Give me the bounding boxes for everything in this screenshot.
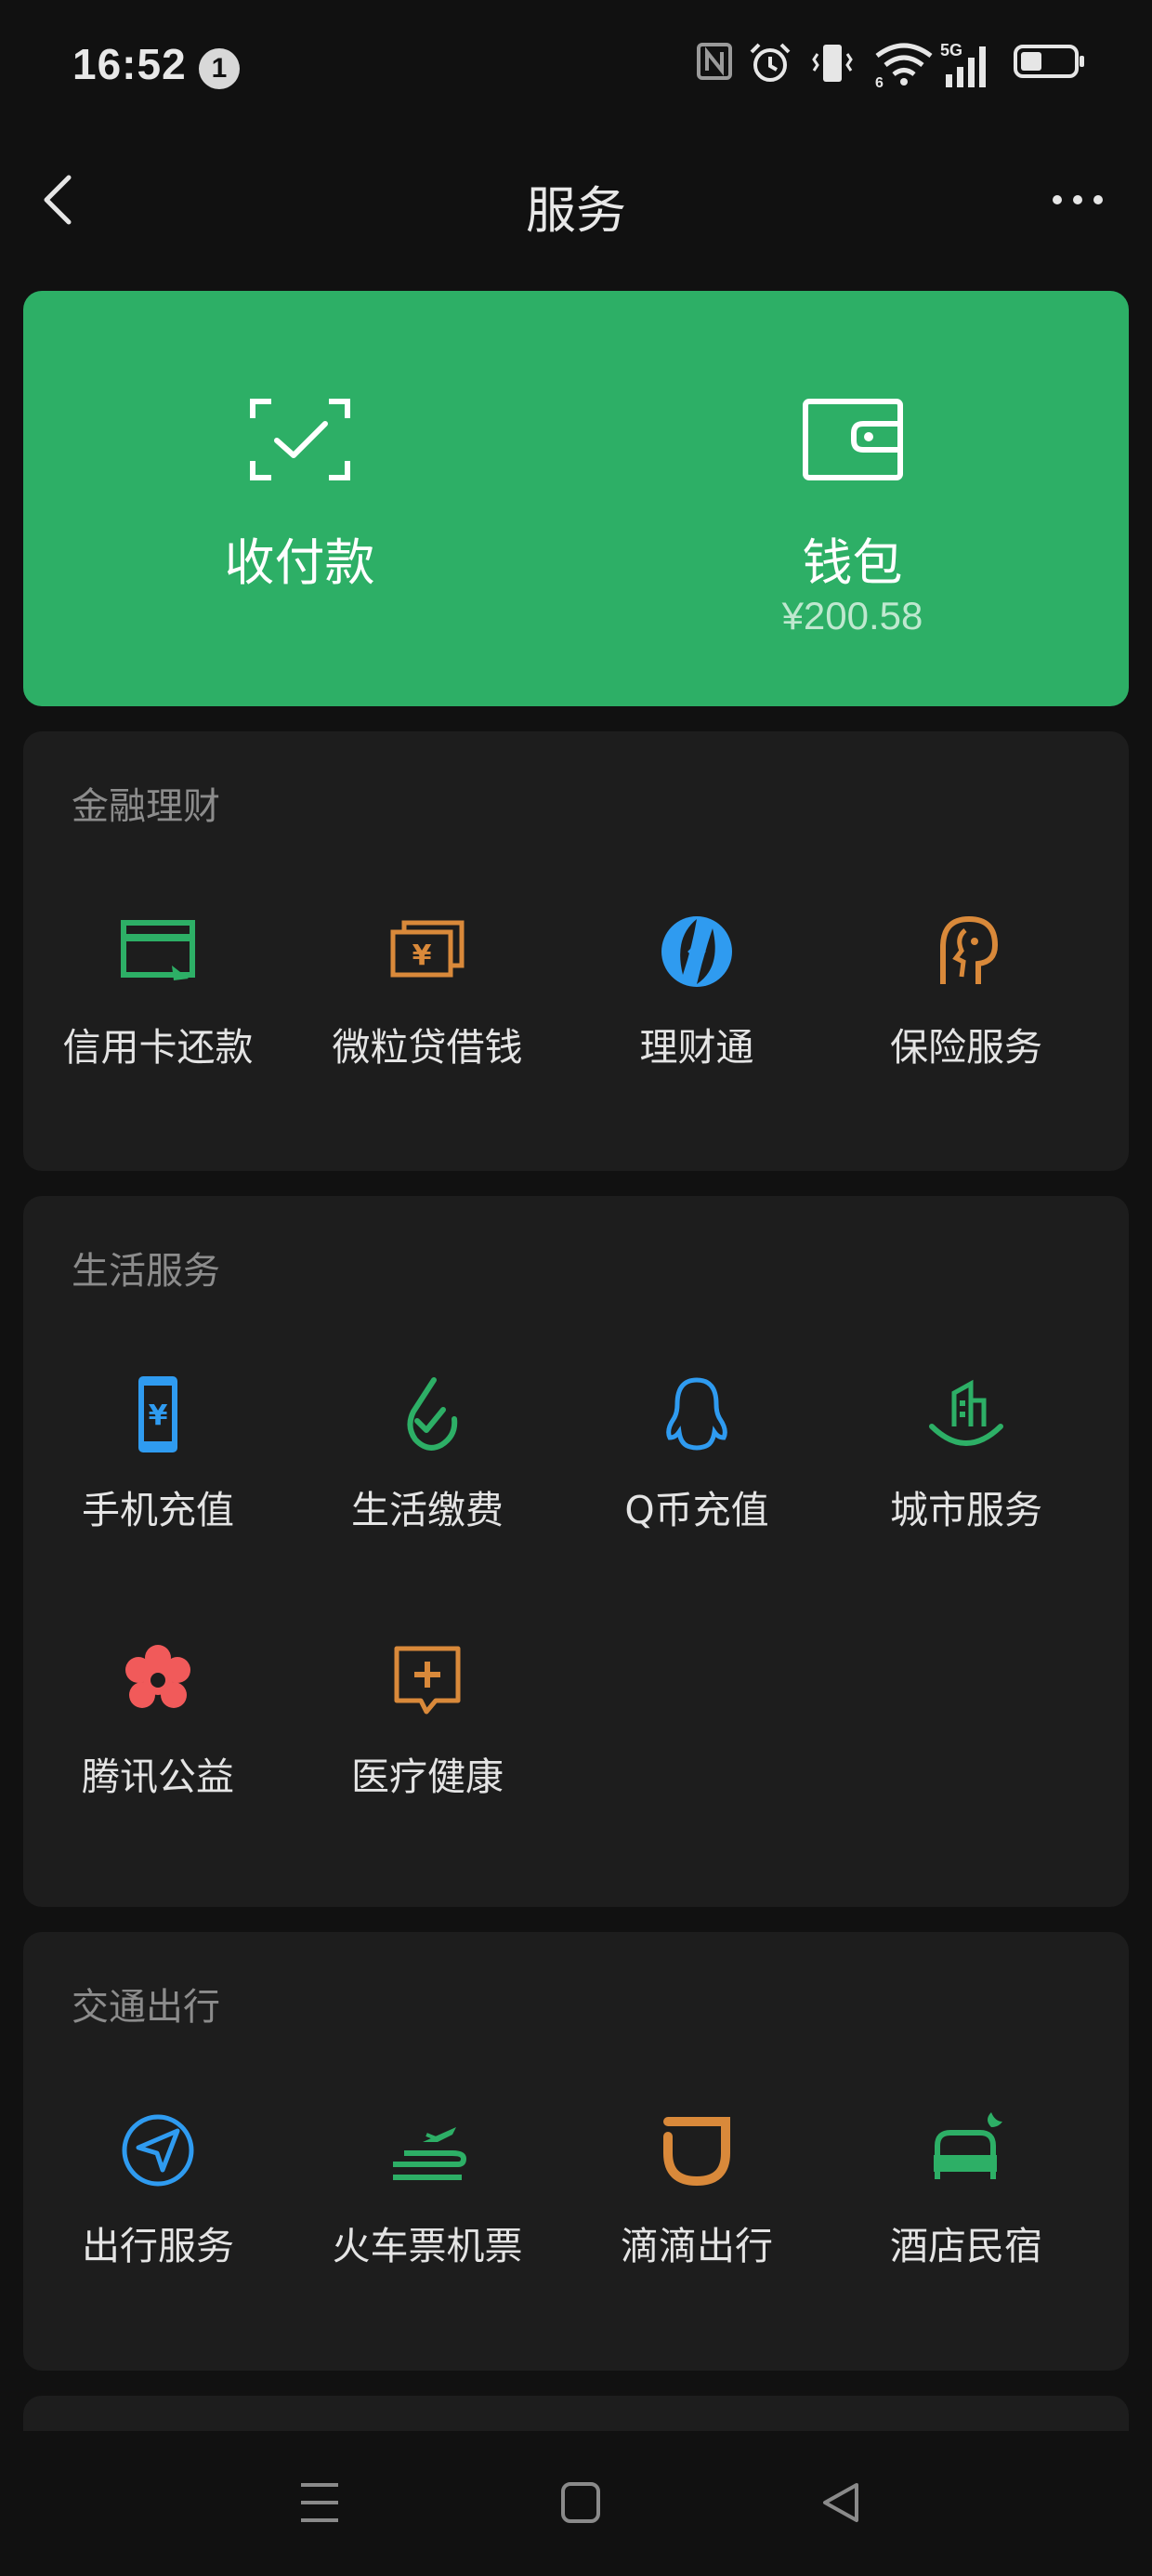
utility-bill-icon xyxy=(407,1377,458,1451)
notification-badge: 1 xyxy=(199,48,240,89)
nav-bar: 服务 xyxy=(0,149,1152,251)
licaitong-icon xyxy=(661,916,732,987)
grid-item-label: 腾讯公益 xyxy=(82,1755,234,1799)
grid-item-label: 保险服务 xyxy=(890,1025,1042,1070)
city-service-item[interactable]: 城市服务 xyxy=(831,1373,1101,1558)
svg-text:¥: ¥ xyxy=(412,940,432,972)
q-coin-recharge-item[interactable]: Q币充值 xyxy=(562,1373,831,1558)
transport-section: 交通出行 出行服务 火车票机票 滴滴出行 酒店民宿 xyxy=(23,1932,1129,2371)
system-navigation-bar xyxy=(0,2431,1152,2576)
alarm-icon xyxy=(750,43,791,82)
svg-text:5G: 5G xyxy=(940,41,962,59)
credit-card-repay-item[interactable]: 信用卡还款 xyxy=(23,910,293,1096)
status-bar: 16:52 1 6 5G xyxy=(0,0,1152,139)
weilidai-loan-item[interactable]: ¥ 微粒贷借钱 xyxy=(293,910,562,1096)
utility-bill-item[interactable]: 生活缴费 xyxy=(293,1373,562,1558)
section-title: 交通出行 xyxy=(72,1986,220,2029)
grid-item-label: 滴滴出行 xyxy=(621,2224,773,2268)
wallet-label: 钱包 xyxy=(802,533,903,592)
wallet-icon xyxy=(802,399,903,480)
grid-item-label: 理财通 xyxy=(639,1025,754,1070)
qq-coin-icon xyxy=(666,1377,727,1451)
grid-item-label: 出行服务 xyxy=(82,2224,234,2268)
insurance-item[interactable]: 保险服务 xyxy=(831,910,1101,1096)
phone-recharge-item[interactable]: ¥ 手机充值 xyxy=(23,1373,293,1558)
cash-icon: ¥ xyxy=(390,920,465,978)
medical-health-item[interactable]: 医疗健康 xyxy=(293,1639,562,1825)
section-title: 生活服务 xyxy=(72,1250,220,1293)
page-title: 服务 xyxy=(526,181,626,240)
svg-text:¥: ¥ xyxy=(149,1400,168,1432)
pay-receive-label: 收付款 xyxy=(224,533,375,592)
section-title: 金融理财 xyxy=(72,785,220,828)
hero-card: 收付款 钱包 ¥200.58 xyxy=(23,291,1129,706)
phone-recharge-icon: ¥ xyxy=(138,1376,177,1452)
wallet-balance: ¥200.58 xyxy=(781,594,923,637)
nfc-icon xyxy=(697,43,732,80)
grid-item-label: 城市服务 xyxy=(890,1488,1042,1532)
home-icon[interactable] xyxy=(559,2479,602,2526)
cellular-signal-icon: 5G xyxy=(940,41,986,87)
grid-item-label: Q币充值 xyxy=(624,1488,769,1532)
didi-icon xyxy=(663,2117,730,2187)
finance-section: 金融理财 信用卡还款 ¥ 微粒贷借钱 理财通 保险服务 xyxy=(23,731,1129,1171)
menu-icon[interactable] xyxy=(297,2479,342,2526)
licaitong-item[interactable]: 理财通 xyxy=(562,910,831,1096)
city-service-icon xyxy=(929,1379,1003,1446)
tencent-charity-item[interactable]: 腾讯公益 xyxy=(23,1639,293,1825)
travel-service-item[interactable]: 出行服务 xyxy=(23,2109,293,2294)
grid-item-label: 生活缴费 xyxy=(351,1488,504,1532)
back-triangle-icon[interactable] xyxy=(818,2479,864,2526)
didi-ride-item[interactable]: 滴滴出行 xyxy=(562,2109,831,2294)
svg-text:6: 6 xyxy=(875,75,884,87)
navigation-icon xyxy=(122,2114,194,2187)
battery-icon xyxy=(1014,45,1084,78)
hotel-homestay-item[interactable]: 酒店民宿 xyxy=(831,2109,1101,2294)
insurance-icon xyxy=(940,915,999,984)
charity-flower-icon xyxy=(125,1645,190,1708)
train-plane-icon xyxy=(393,2127,467,2180)
hotel-bed-icon xyxy=(934,2112,1002,2179)
more-options-icon[interactable] xyxy=(1050,181,1106,218)
grid-item-label: 微粒贷借钱 xyxy=(332,1025,523,1070)
grid-item-label: 信用卡还款 xyxy=(62,1025,254,1070)
medical-icon xyxy=(394,1646,461,1715)
train-plane-ticket-item[interactable]: 火车票机票 xyxy=(293,2109,562,2294)
life-services-section: 生活服务 ¥ 手机充值 生活缴费 Q币充值 城市服务 腾讯公益 医疗健康 xyxy=(23,1196,1129,1907)
grid-item-label: 医疗健康 xyxy=(351,1755,504,1799)
grid-item-label: 手机充值 xyxy=(82,1488,234,1532)
status-icons: 6 5G xyxy=(697,41,1106,97)
grid-item-label: 酒店民宿 xyxy=(890,2224,1042,2268)
pay-receive-button[interactable]: 收付款 xyxy=(23,291,576,706)
scan-check-icon xyxy=(249,399,350,480)
credit-card-icon xyxy=(121,920,195,980)
wallet-button[interactable]: 钱包 ¥200.58 xyxy=(576,291,1129,706)
wifi-icon: 6 xyxy=(875,43,933,87)
vibrate-icon xyxy=(812,45,853,82)
status-time: 16:52 xyxy=(72,40,187,88)
grid-item-label: 火车票机票 xyxy=(332,2224,523,2268)
